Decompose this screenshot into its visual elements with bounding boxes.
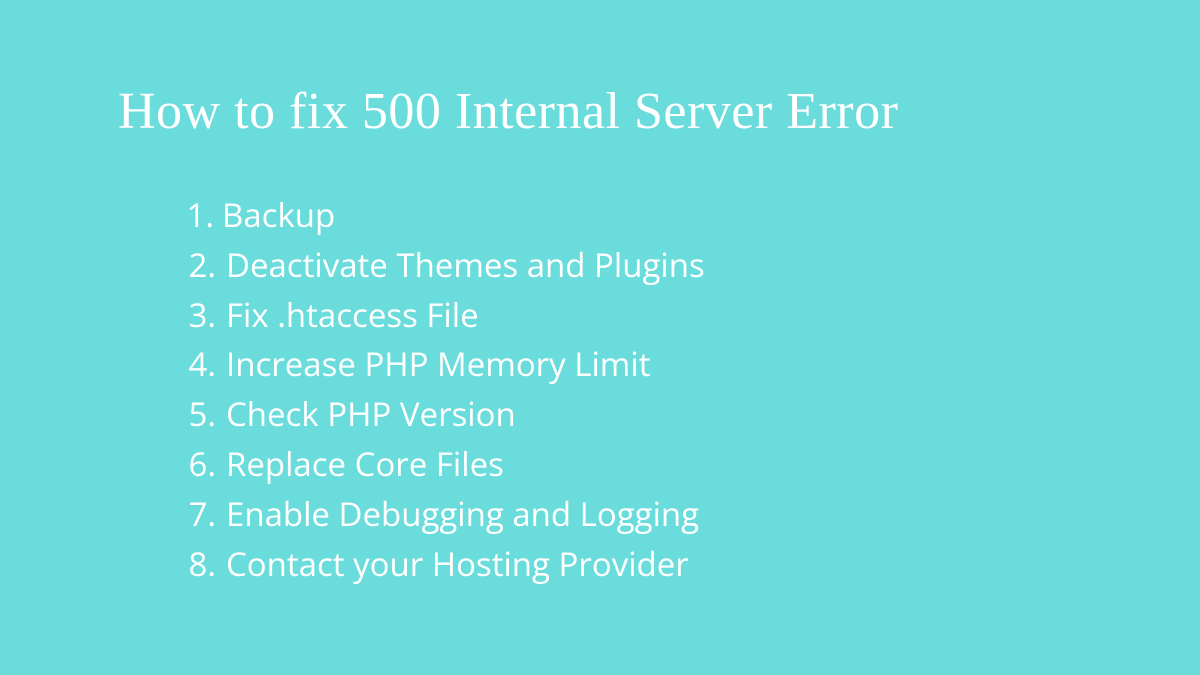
list-item: Check PHP Version (178, 389, 705, 439)
list-item: Deactivate Themes and Plugins (178, 240, 705, 290)
list-item: Replace Core Files (178, 439, 705, 489)
list-item: Fix .htaccess File (178, 290, 705, 340)
list-item: Enable Debugging and Logging (178, 489, 705, 539)
page-title: How to fix 500 Internal Server Error (118, 82, 898, 141)
list-item: Backup (178, 190, 705, 240)
list-item: Increase PHP Memory Limit (178, 339, 705, 389)
list-item: Contact your Hosting Provider (178, 539, 705, 589)
steps-list: Backup Deactivate Themes and Plugins Fix… (178, 190, 705, 589)
